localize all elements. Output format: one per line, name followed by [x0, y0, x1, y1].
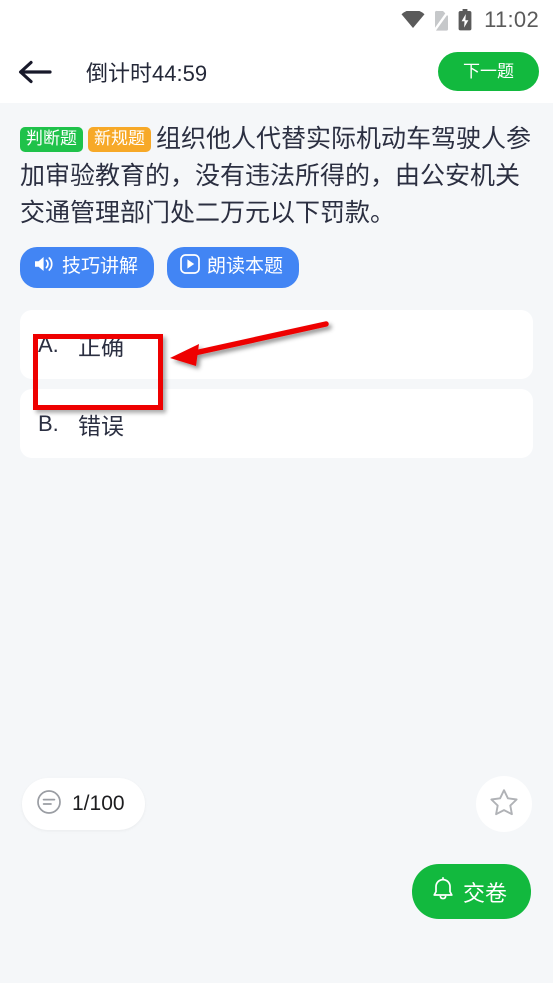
- answer-options: A. 正确 B. 错误: [0, 288, 553, 459]
- answer-sheet-button[interactable]: 1/100: [22, 778, 145, 830]
- favorite-button[interactable]: [476, 776, 532, 832]
- skill-explain-button[interactable]: 技巧讲解: [20, 247, 155, 289]
- status-time: 11:02: [484, 7, 539, 32]
- speaker-icon: [33, 255, 55, 279]
- read-aloud-label: 朗读本题: [207, 255, 284, 277]
- read-aloud-button[interactable]: 朗读本题: [167, 247, 300, 289]
- bell-icon: [432, 876, 454, 907]
- question-text-container: 判断题 新规题 组织他人代替实际机动车驾驶人参加审验教育的，没有违法所得的，由公安机…: [20, 121, 533, 231]
- option-a-text: 正确: [78, 333, 124, 360]
- next-question-button[interactable]: 下一题: [438, 52, 539, 91]
- tag-new-rule: 新规题: [88, 127, 151, 152]
- submit-exam-button[interactable]: 交卷: [411, 864, 531, 919]
- no-sim-icon: [434, 9, 450, 31]
- option-a[interactable]: A. 正确: [20, 310, 533, 380]
- question-block: 判断题 新规题 组织他人代替实际机动车驾驶人参加审验教育的，没有违法所得的，由公安机…: [0, 103, 553, 231]
- back-button[interactable]: [18, 51, 60, 93]
- back-arrow-icon: [18, 60, 52, 83]
- option-b[interactable]: B. 错误: [20, 389, 533, 459]
- play-icon: [180, 254, 200, 280]
- option-b-letter: B.: [38, 410, 59, 436]
- status-bar: 11:02: [0, 0, 553, 40]
- bottom-bar: 1/100 交卷: [0, 760, 553, 983]
- app-bar: 倒计时44:59 下一题: [0, 40, 553, 103]
- wifi-icon: [401, 11, 425, 29]
- answer-sheet-icon: [36, 789, 62, 820]
- submit-exam-label: 交卷: [462, 880, 507, 906]
- battery-charging-icon: [458, 9, 472, 31]
- star-outline-icon: [489, 788, 519, 820]
- option-b-text: 错误: [78, 412, 124, 439]
- option-a-letter: A.: [38, 331, 59, 357]
- question-actions: 技巧讲解 朗读本题: [0, 231, 553, 289]
- content-area: 判断题 新规题 组织他人代替实际机动车驾驶人参加审验教育的，没有违法所得的，由公安机…: [0, 103, 553, 983]
- tag-question-type: 判断题: [20, 127, 83, 152]
- question-progress: 1/100: [72, 792, 125, 815]
- skill-explain-label: 技巧讲解: [62, 255, 139, 277]
- page-title: 倒计时44:59: [86, 60, 208, 86]
